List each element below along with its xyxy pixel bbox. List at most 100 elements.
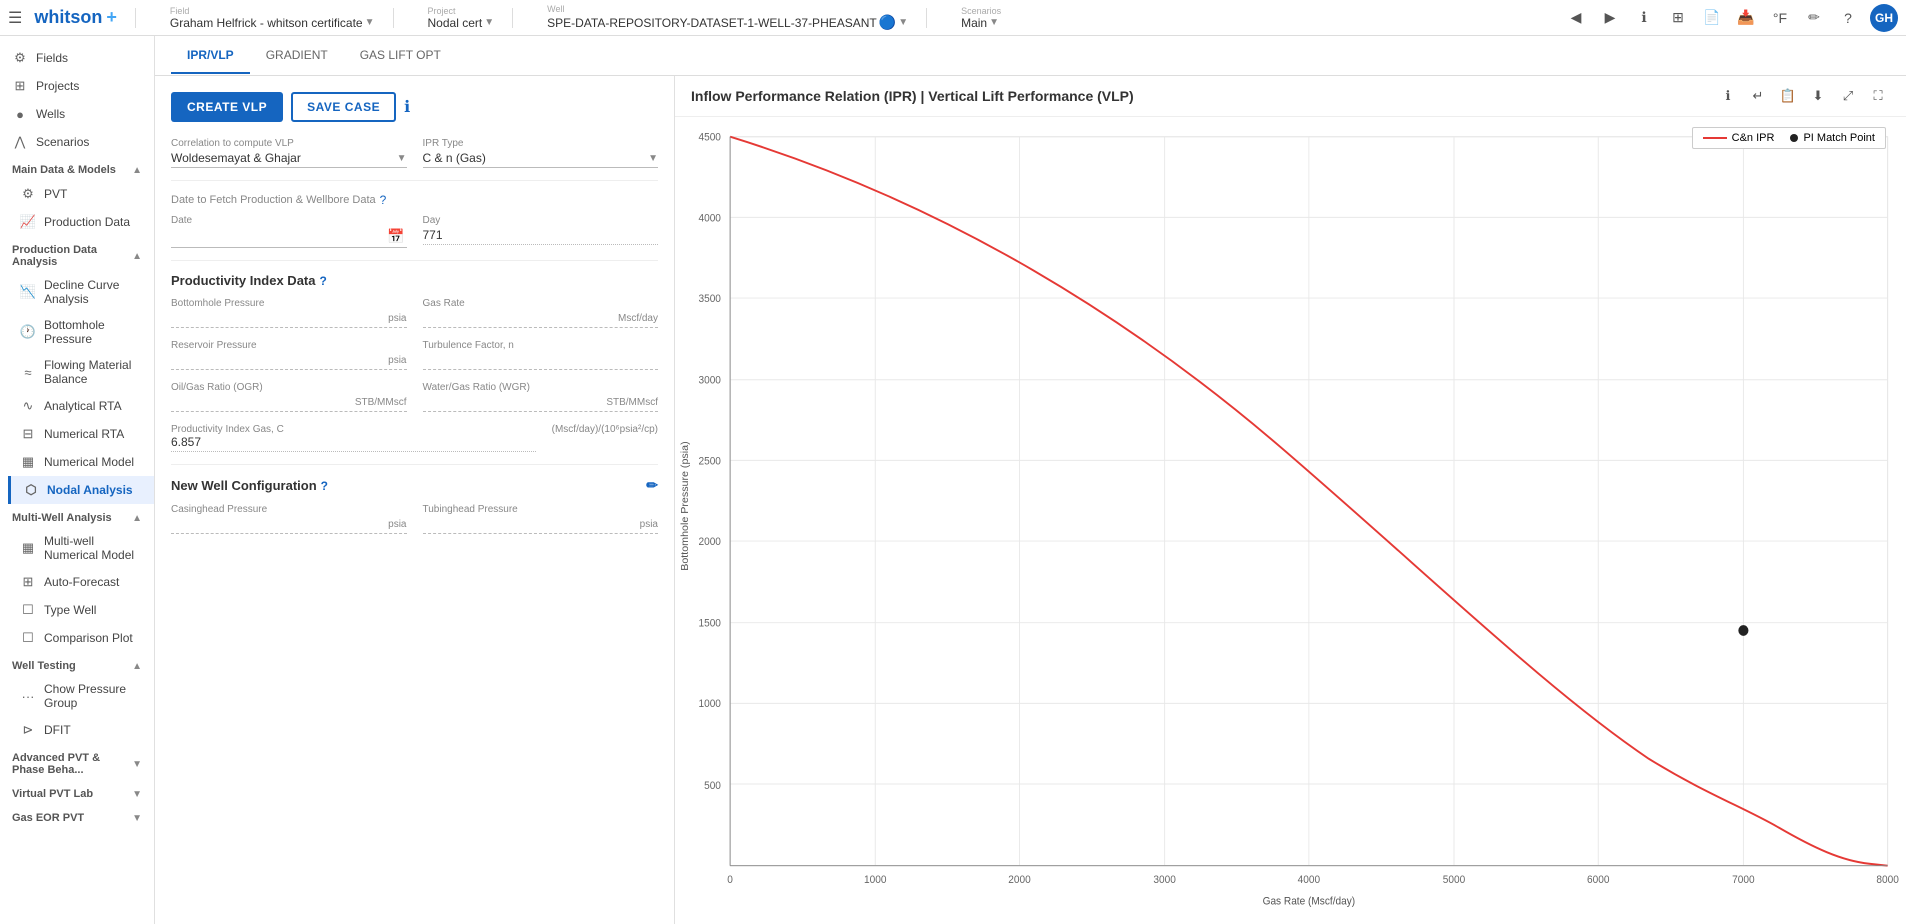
chart-enter-button[interactable]: ↵ xyxy=(1746,84,1770,108)
wgr-input[interactable]: 0.07 xyxy=(423,395,603,409)
sidebar-item-production-data[interactable]: 📈 Production Data xyxy=(8,208,154,236)
create-vlp-button[interactable]: CREATE VLP xyxy=(171,92,283,122)
section-multi-well[interactable]: Multi-Well Analysis ▲ xyxy=(0,504,154,528)
projects-icon: ⊞ xyxy=(12,78,28,94)
topbar: ☰ whitson+ Field Graham Helfrick - whits… xyxy=(0,0,1906,36)
scenarios-dropdown[interactable]: Main ▼ xyxy=(961,16,1001,30)
info-icon[interactable]: ℹ xyxy=(404,97,410,117)
sidebar-item-type-well[interactable]: ☐ Type Well xyxy=(8,596,154,624)
help-button[interactable]: ? xyxy=(1836,6,1860,30)
scenarios-selector: Scenarios Main ▼ xyxy=(961,6,1001,30)
casinghead-input[interactable]: 967.95 xyxy=(171,517,384,531)
download-button[interactable]: 📥 xyxy=(1734,6,1758,30)
sidebar-item-auto-forecast[interactable]: ⊞ Auto-Forecast xyxy=(8,568,154,596)
chart-expand-button[interactable]: ⤢ xyxy=(1836,84,1860,108)
chart-fullscreen-button[interactable]: ⛶ xyxy=(1866,84,1890,108)
tubinghead-input[interactable]: 0 xyxy=(423,517,636,531)
sidebar-item-analytical-rta[interactable]: ∿ Analytical RTA xyxy=(8,392,154,420)
section-virtual-pvt[interactable]: Virtual PVT Lab ▼ xyxy=(0,780,154,804)
chart-download-button[interactable]: ⬇ xyxy=(1806,84,1830,108)
well-selector: Well SPE-DATA-REPOSITORY-DATASET-1-WELL-… xyxy=(547,4,908,31)
sidebar-item-bottomhole[interactable]: 🕐 Bottomhole Pressure xyxy=(8,312,154,352)
separator4 xyxy=(926,8,927,28)
date-section-label: Date to Fetch Production & Wellbore Data… xyxy=(171,193,658,207)
flowing-material-icon: ≈ xyxy=(20,364,36,380)
sidebar-item-flowing-material[interactable]: ≈ Flowing Material Balance xyxy=(8,352,154,392)
tab-gradient[interactable]: GRADIENT xyxy=(250,38,344,74)
reservoir-pressure-input[interactable]: 4450 xyxy=(171,353,384,367)
calendar-button[interactable]: 📅 xyxy=(385,228,406,245)
pi-row3: Oil/Gas Ratio (OGR) 0 STB/MMscf Water/Ga… xyxy=(171,382,658,412)
sidebar-item-numerical-model[interactable]: ▦ Numerical Model xyxy=(8,448,154,476)
forward-button[interactable]: ▶ xyxy=(1598,6,1622,30)
section-main-data[interactable]: Main Data & Models ▲ xyxy=(0,156,154,180)
chart-info-button[interactable]: ℹ xyxy=(1716,84,1740,108)
legend-match-point: PI Match Point xyxy=(1790,132,1875,144)
back-button[interactable]: ◀ xyxy=(1564,6,1588,30)
new-well-help-icon[interactable]: ? xyxy=(321,479,328,493)
ogr-input[interactable]: 0 xyxy=(171,395,351,409)
settings-button[interactable]: ✏ xyxy=(1802,6,1826,30)
correlation-dropdown[interactable]: Woldesemayat & Ghajar ▼ xyxy=(171,151,407,168)
sidebar-item-multi-well-numerical[interactable]: ▦ Multi-well Numerical Model xyxy=(8,528,154,568)
section-advanced-pvt[interactable]: Advanced PVT & Phase Beha... ▼ xyxy=(0,744,154,780)
legend-dot-match xyxy=(1790,134,1798,142)
info-button[interactable]: ℹ xyxy=(1632,6,1656,30)
sidebar-item-scenarios[interactable]: ⋀ Scenarios xyxy=(0,128,154,156)
gas-rate-input[interactable]: 7081.71 xyxy=(423,311,614,325)
separator xyxy=(135,8,136,28)
turbulence-input[interactable]: 1 xyxy=(423,353,659,367)
type-well-icon: ☐ xyxy=(20,602,36,618)
correlation-label: Correlation to compute VLP xyxy=(171,138,407,149)
svg-text:Bottomhole Pressure (psia): Bottomhole Pressure (psia) xyxy=(680,441,691,570)
fields-icon: ⚙ xyxy=(12,50,28,66)
dfit-icon: ⊳ xyxy=(20,722,36,738)
sidebar-item-fields[interactable]: ⚙ Fields xyxy=(0,44,154,72)
ipr-type-dropdown[interactable]: C & n (Gas) ▼ xyxy=(423,151,659,168)
chart-container: C&n IPR PI Match Point xyxy=(675,117,1906,924)
sidebar-item-numerical-rta[interactable]: ⊟ Numerical RTA xyxy=(8,420,154,448)
separator3 xyxy=(512,8,513,28)
project-dropdown[interactable]: Nodal cert ▼ xyxy=(428,16,495,30)
pi-row1: Bottomhole Pressure 1292.11 psia Gas Rat… xyxy=(171,298,658,328)
wells-icon: ● xyxy=(12,106,28,122)
section-production-analysis[interactable]: Production Data Analysis ▲ xyxy=(0,236,154,272)
sidebar-item-nodal-analysis[interactable]: ⬡ Nodal Analysis xyxy=(8,476,154,504)
grid-button[interactable]: ⊞ xyxy=(1666,6,1690,30)
sidebar-item-pvt[interactable]: ⚙ PVT xyxy=(8,180,154,208)
wgr-group: Water/Gas Ratio (WGR) 0.07 STB/MMscf xyxy=(423,382,659,412)
svg-text:1000: 1000 xyxy=(864,875,887,886)
chevron-icon7: ▼ xyxy=(132,813,142,824)
date-help-icon[interactable]: ? xyxy=(380,193,387,207)
sidebar-item-wells[interactable]: ● Wells xyxy=(0,100,154,128)
sidebar-item-chow-pressure[interactable]: ··· Chow Pressure Group xyxy=(8,676,154,716)
hamburger-icon[interactable]: ☰ xyxy=(8,8,22,28)
svg-text:500: 500 xyxy=(704,781,721,792)
sidebar-item-comparison-plot[interactable]: ☐ Comparison Plot xyxy=(8,624,154,652)
user-avatar[interactable]: GH xyxy=(1870,4,1898,32)
tubinghead-group: Tubinghead Pressure 0 psia xyxy=(423,504,659,534)
section-well-testing[interactable]: Well Testing ▲ xyxy=(0,652,154,676)
tubinghead-label: Tubinghead Pressure xyxy=(423,504,659,515)
svg-text:0: 0 xyxy=(727,875,733,886)
correlation-row: Correlation to compute VLP Woldesemayat … xyxy=(171,138,658,168)
date-input-wrap: 9 Feb. 2021 00:00 📅 xyxy=(171,228,407,248)
sidebar-item-projects[interactable]: ⊞ Projects xyxy=(0,72,154,100)
date-input[interactable]: 9 Feb. 2021 00:00 xyxy=(171,230,385,244)
tab-gas-lift-opt[interactable]: GAS LIFT OPT xyxy=(344,38,457,74)
tab-ipr-vlp[interactable]: IPR/VLP xyxy=(171,38,250,74)
new-well-edit-button[interactable]: ✏ xyxy=(646,477,658,494)
well-dropdown[interactable]: SPE-DATA-REPOSITORY-DATASET-1-WELL-37-PH… xyxy=(547,14,908,31)
temperature-button[interactable]: °F xyxy=(1768,6,1792,30)
field-dropdown[interactable]: Graham Helfrick - whitson certificate ▼ xyxy=(170,16,375,30)
bottomhole-pressure-input[interactable]: 1292.11 xyxy=(171,311,384,325)
save-case-button[interactable]: SAVE CASE xyxy=(291,92,396,122)
pi-help-icon[interactable]: ? xyxy=(319,274,326,288)
sidebar-item-decline-curve[interactable]: 📉 Decline Curve Analysis xyxy=(8,272,154,312)
chart-copy-button[interactable]: 📋 xyxy=(1776,84,1800,108)
day-group: Day 771 xyxy=(423,215,659,248)
section-gas-eor[interactable]: Gas EOR PVT ▼ xyxy=(0,804,154,828)
production-data-icon: 📈 xyxy=(20,214,36,230)
sidebar-item-dfit[interactable]: ⊳ DFIT xyxy=(8,716,154,744)
document-button[interactable]: 📄 xyxy=(1700,6,1724,30)
